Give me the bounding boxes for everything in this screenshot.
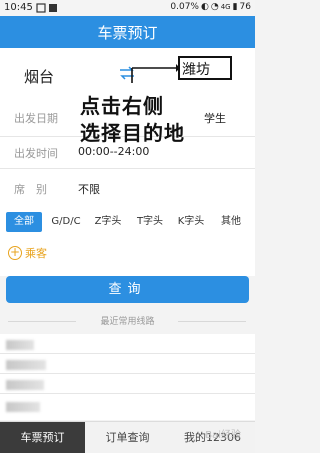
recent-route-item[interactable] [6, 402, 40, 412]
divider [0, 373, 255, 374]
annotation-arrow-icon [131, 64, 180, 83]
status-bar: 10:45 0.07% ◐ ◔ 4G ▮ 76 [0, 0, 255, 16]
time-label: 出发时间 [14, 147, 58, 160]
recent-route-item[interactable] [6, 340, 34, 350]
filter-gdc[interactable]: G/D/C [47, 212, 85, 232]
filter-all[interactable]: 全部 [6, 212, 42, 232]
filter-t[interactable]: T字头 [131, 212, 169, 232]
notification-icons [36, 2, 60, 14]
tab-ticket-booking[interactable]: 车票预订 [0, 422, 85, 453]
from-city[interactable]: 烟台 [24, 66, 54, 87]
student-option[interactable]: 学生 [204, 110, 226, 126]
headset-icon: ◐ [200, 2, 209, 12]
filter-k[interactable]: K字头 [172, 212, 210, 232]
seat-label: 席 别 [14, 183, 47, 196]
title-bar: 车票预订 [0, 16, 255, 48]
status-right: 0.07% ◐ ◔ 4G ▮ 76 [170, 2, 251, 12]
seat-value[interactable]: 不限 [78, 181, 100, 197]
divider [178, 321, 246, 322]
recent-route-item[interactable] [6, 380, 44, 390]
divider [0, 168, 255, 169]
plus-icon: + [8, 245, 22, 260]
add-passenger-button[interactable]: + 乘客 [8, 244, 47, 262]
recent-routes-header: 最近常用线路 [0, 314, 255, 328]
signal-label: 4G [220, 3, 231, 11]
status-time: 10:45 [4, 2, 33, 13]
time-value[interactable]: 00:00--24:00 [78, 145, 149, 158]
recent-route-item[interactable] [6, 360, 46, 370]
recent-routes-list [0, 334, 255, 420]
wifi-icon: ◔ [210, 2, 219, 12]
filter-other[interactable]: 其他 [214, 212, 248, 232]
annotation-text-line1: 点击右侧 [80, 94, 164, 118]
battery-level: 76 [239, 2, 251, 12]
watermark: Bai经验 [205, 430, 241, 441]
to-city[interactable]: 潍坊 [182, 59, 210, 79]
divider [0, 393, 255, 394]
train-type-filter: 全部 G/D/C Z字头 T字头 K字头 其他 [0, 208, 255, 236]
page-title: 车票预订 [97, 23, 158, 42]
network-speed: 0.07% [170, 2, 199, 12]
divider [0, 353, 255, 354]
tab-order-query[interactable]: 订单查询 [85, 422, 170, 453]
annotation-text-line2: 选择目的地 [80, 121, 185, 145]
query-button[interactable]: 查询 [6, 276, 249, 303]
date-label: 出发日期 [14, 112, 58, 125]
filter-z[interactable]: Z字头 [89, 212, 127, 232]
signal-icon: ▮ [232, 2, 238, 12]
add-passenger-label: 乘客 [25, 247, 47, 260]
